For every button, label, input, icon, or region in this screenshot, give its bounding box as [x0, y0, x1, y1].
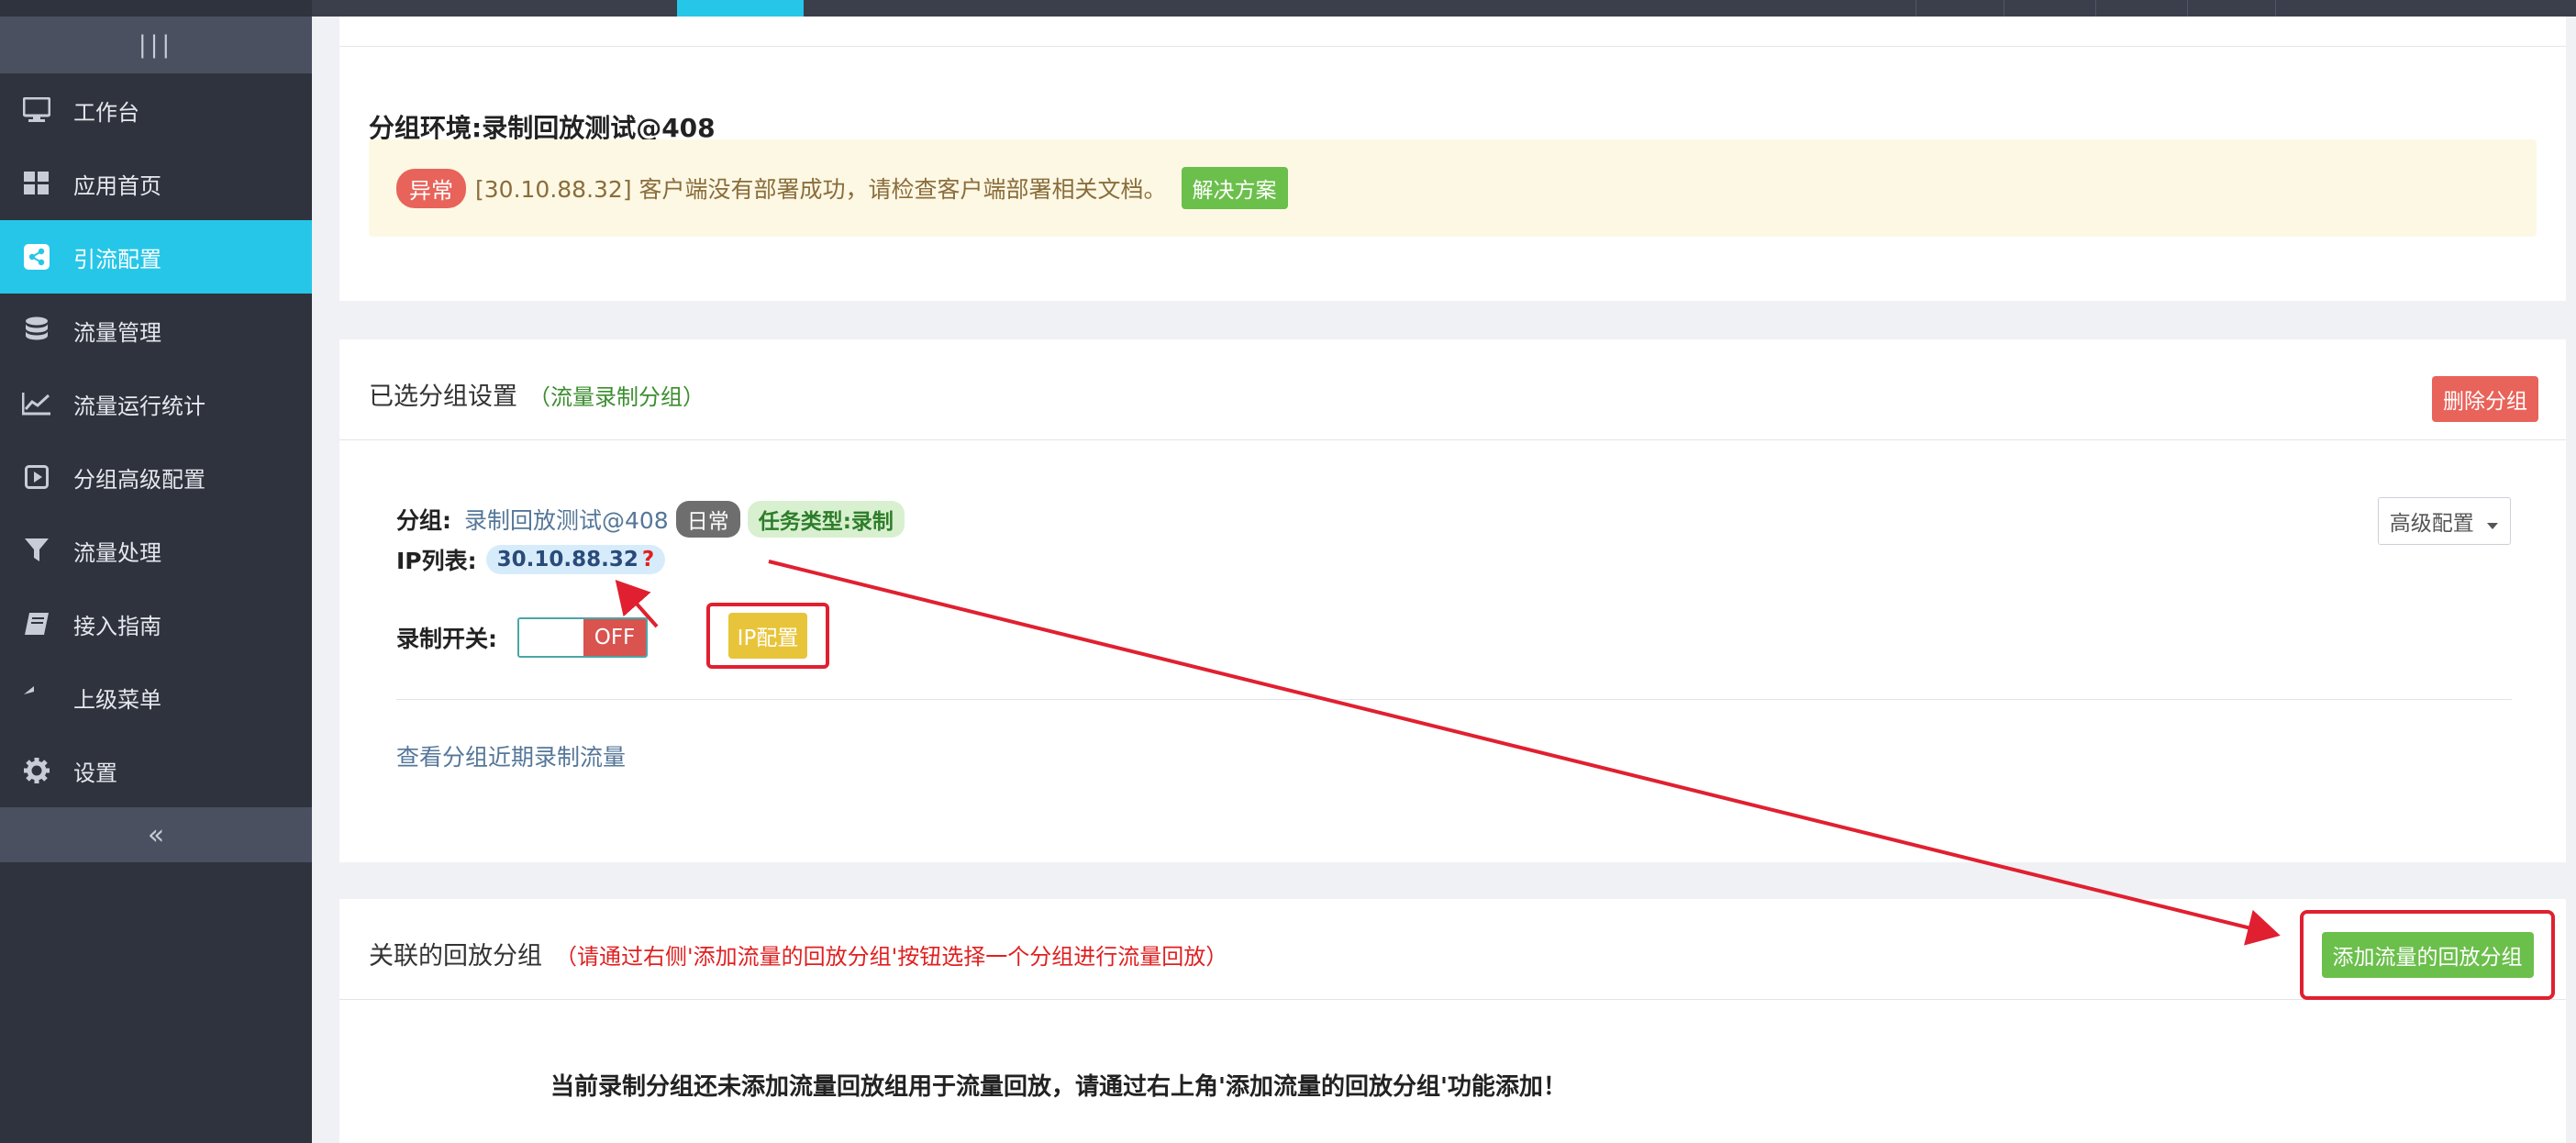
- sidebar-toggle-button[interactable]: |||: [0, 17, 312, 73]
- recent-records-link[interactable]: 查看分组近期录制流量: [396, 739, 626, 772]
- sidebar-item-traffic-management[interactable]: 流量管理: [0, 294, 312, 367]
- book-icon: [0, 612, 73, 636]
- ip-config-highlight: IP配置: [706, 603, 829, 669]
- play-square-icon: [0, 465, 73, 489]
- sidebar-item-traffic-processing[interactable]: 流量处理: [0, 514, 312, 587]
- ip-list-label: IP列表:: [396, 548, 477, 574]
- reply-icon: [0, 686, 73, 708]
- alert-message: [30.10.88.32] 客户端没有部署成功，请检查客户端部署相关文档。: [475, 176, 1167, 203]
- double-chevron-left-icon: «: [147, 818, 165, 851]
- solution-button[interactable]: 解决方案: [1181, 167, 1288, 209]
- record-toggle[interactable]: OFF: [517, 617, 648, 658]
- advanced-config-dropdown[interactable]: 高级配置: [2377, 497, 2511, 545]
- env-panel: 分组环境:录制回放测试@408 异常 [30.10.88.32] 客户端没有部署…: [339, 17, 2566, 301]
- grid-icon: [0, 172, 73, 195]
- sidebar-collapse-button[interactable]: «: [0, 807, 312, 862]
- sidebar-item-parent-menu[interactable]: 上级菜单: [0, 660, 312, 734]
- sidebar-item-app-home[interactable]: 应用首页: [0, 147, 312, 220]
- main-content: 分组环境:录制回放测试@408 异常 [30.10.88.32] 客户端没有部署…: [312, 0, 2576, 1143]
- replay-groups-panel: 关联的回放分组 （请通过右侧'添加流量的回放分组'按钮选择一个分组进行流量回放） …: [339, 899, 2566, 1143]
- ip-chip[interactable]: 30.10.88.32?: [485, 545, 666, 574]
- ip-list-row: IP列表: 30.10.88.32?: [396, 543, 666, 576]
- sidebar-item-access-guide[interactable]: 接入指南: [0, 587, 312, 660]
- sidebar-item-label: 流量处理: [73, 539, 161, 566]
- sidebar-item-group-advanced[interactable]: 分组高级配置: [0, 440, 312, 514]
- ip-address: 30.10.88.32: [496, 548, 638, 572]
- breadcrumb-divider: [339, 46, 2566, 47]
- panel-hint: （请通过右侧'添加流量的回放分组'按钮选择一个分组进行流量回放）: [555, 944, 1228, 970]
- group-info-row: 分组: 录制回放测试@408 日常 任务类型:录制: [396, 501, 905, 538]
- line-chart-icon: [0, 392, 73, 416]
- sidebar-item-traffic-stats[interactable]: 流量运行统计: [0, 367, 312, 440]
- sidebar-item-label: 应用首页: [73, 172, 161, 199]
- sidebar-item-label: 接入指南: [73, 613, 161, 639]
- sidebar-item-workbench[interactable]: 工作台: [0, 73, 312, 147]
- advanced-config-label: 高级配置: [2389, 512, 2474, 536]
- sidebar-item-label: 流量运行统计: [73, 393, 205, 419]
- sidebar-item-label: 设置: [73, 760, 117, 786]
- share-icon: [0, 244, 73, 270]
- record-switch-row: 录制开关: OFF: [396, 617, 648, 658]
- toggle-knob: [519, 619, 583, 656]
- group-settings-header: 已选分组设置 （流量录制分组） 删除分组: [339, 339, 2566, 440]
- monitor-icon: [0, 97, 73, 123]
- replay-groups-title: 关联的回放分组 （请通过右侧'添加流量的回放分组'按钮选择一个分组进行流量回放）: [369, 936, 1227, 971]
- database-icon: [0, 316, 73, 344]
- add-replay-group-button[interactable]: 添加流量的回放分组: [2321, 932, 2534, 978]
- sidebar-item-label: 工作台: [73, 99, 139, 126]
- error-alert: 异常 [30.10.88.32] 客户端没有部署成功，请检查客户端部署相关文档。…: [369, 139, 2537, 237]
- menu-bars-icon: |||: [138, 31, 174, 59]
- sidebar-item-label: 分组高级配置: [73, 466, 205, 493]
- question-icon[interactable]: ?: [642, 548, 654, 572]
- toggle-state: OFF: [583, 619, 646, 656]
- filter-icon: [0, 538, 73, 562]
- ip-config-button[interactable]: IP配置: [727, 613, 808, 659]
- record-switch-label: 录制开关:: [396, 626, 497, 652]
- panel-title: 已选分组设置: [369, 383, 517, 411]
- sidebar-item-traffic-config[interactable]: 引流配置: [0, 220, 312, 294]
- error-badge: 异常: [396, 168, 466, 208]
- sidebar-item-settings[interactable]: 设置: [0, 734, 312, 807]
- panel-subtitle: （流量录制分组）: [528, 384, 705, 410]
- env-tag: 日常: [675, 501, 740, 538]
- group-settings-title: 已选分组设置 （流量录制分组）: [369, 376, 705, 412]
- group-settings-panel: 已选分组设置 （流量录制分组） 删除分组 分组: 录制回放测试@408 日常 任务…: [339, 339, 2566, 862]
- gear-icon: [0, 758, 73, 783]
- empty-message: 当前录制分组还未添加流量回放组用于流量回放，请通过右上角'添加流量的回放分组'功…: [550, 1073, 1567, 1101]
- sidebar-menu: 工作台 应用首页 引流配置 流量管理 流量运行统计 分组高级配置 流量处理 接入…: [0, 73, 312, 807]
- sidebar: ||| 工作台 应用首页 引流配置 流量管理 流量运行统计 分组高级配置 流量处…: [0, 0, 312, 1143]
- add-replay-highlight: 添加流量的回放分组: [2300, 910, 2555, 1000]
- caret-down-icon: [2487, 523, 2498, 529]
- group-label: 分组:: [396, 507, 451, 534]
- task-type-tag: 任务类型:录制: [747, 501, 905, 538]
- sidebar-item-label: 上级菜单: [73, 686, 161, 713]
- panel-title: 关联的回放分组: [369, 942, 542, 971]
- delete-group-button[interactable]: 删除分组: [2432, 376, 2538, 422]
- replay-groups-header: 关联的回放分组 （请通过右侧'添加流量的回放分组'按钮选择一个分组进行流量回放） …: [339, 899, 2566, 1000]
- group-name: 录制回放测试@408: [464, 507, 669, 534]
- divider: [396, 699, 2512, 700]
- sidebar-item-label: 流量管理: [73, 319, 161, 346]
- sidebar-item-label: 引流配置: [73, 246, 161, 272]
